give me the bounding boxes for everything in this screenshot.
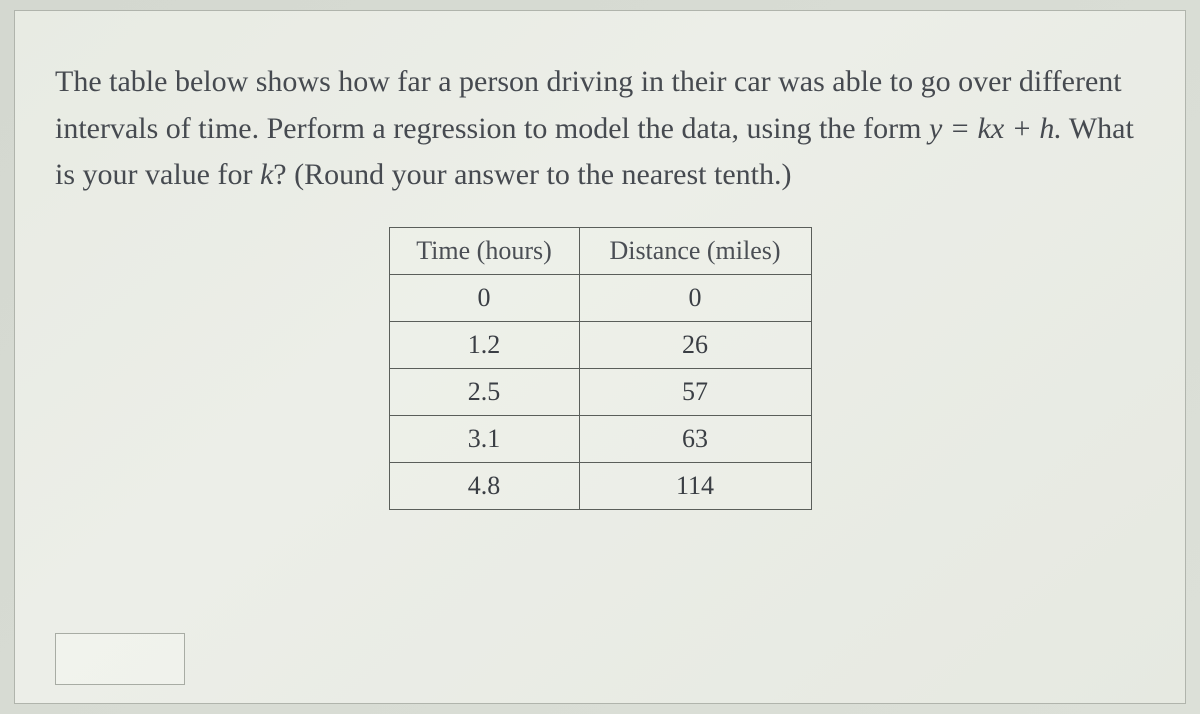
cell-distance: 57 xyxy=(579,368,811,415)
header-distance: Distance (miles) xyxy=(579,227,811,274)
cell-distance: 114 xyxy=(579,462,811,509)
cell-distance: 26 xyxy=(579,321,811,368)
table-row: 0 0 xyxy=(389,274,811,321)
table-row: 1.2 26 xyxy=(389,321,811,368)
table-row: 4.8 114 xyxy=(389,462,811,509)
equation-text: y = kx + h. xyxy=(929,112,1062,145)
table-row: 2.5 57 xyxy=(389,368,811,415)
cell-time: 4.8 xyxy=(389,462,579,509)
cell-distance: 0 xyxy=(579,274,811,321)
cell-time: 3.1 xyxy=(389,415,579,462)
data-table: Time (hours) Distance (miles) 0 0 1.2 26… xyxy=(389,227,812,510)
answer-input[interactable] xyxy=(55,633,185,685)
header-time: Time (hours) xyxy=(389,227,579,274)
question-end: ? (Round your answer to the nearest tent… xyxy=(273,158,791,191)
variable-k: k xyxy=(260,158,273,191)
table-wrapper: Time (hours) Distance (miles) 0 0 1.2 26… xyxy=(55,227,1145,510)
table-row: 3.1 63 xyxy=(389,415,811,462)
cell-distance: 63 xyxy=(579,415,811,462)
question-panel: The table below shows how far a person d… xyxy=(14,10,1186,704)
table-header-row: Time (hours) Distance (miles) xyxy=(389,227,811,274)
cell-time: 0 xyxy=(389,274,579,321)
cell-time: 1.2 xyxy=(389,321,579,368)
cell-time: 2.5 xyxy=(389,368,579,415)
question-text: The table below shows how far a person d… xyxy=(55,59,1145,199)
